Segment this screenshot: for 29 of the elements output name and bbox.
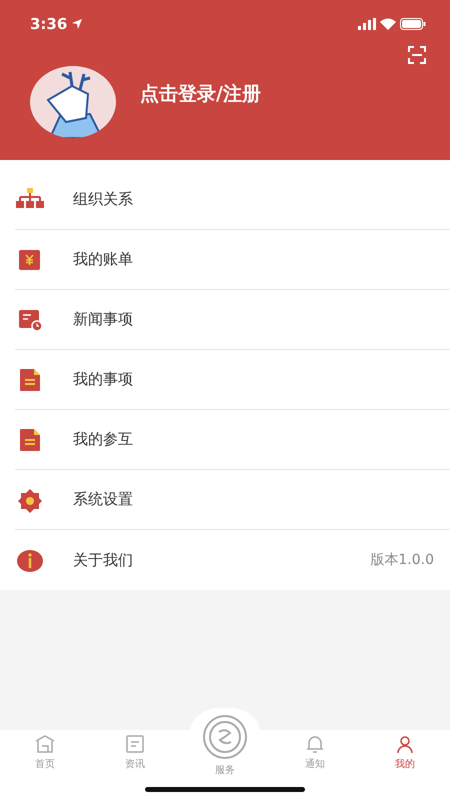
home-icon [34, 734, 56, 754]
menu-item[interactable]: 新闻事项 [15, 290, 450, 350]
document-icon [125, 734, 145, 754]
version-text: 版本1.0.0 [370, 550, 434, 570]
menu-item[interactable]: 组织关系 [15, 170, 450, 230]
tab-item[interactable]: 我的 [360, 730, 450, 778]
scan-icon[interactable] [408, 46, 426, 64]
bell-icon [305, 734, 325, 754]
menu-label: 我的参互 [73, 429, 133, 450]
menu-label: 新闻事项 [73, 309, 133, 330]
location-icon [71, 18, 84, 30]
battery-icon [400, 18, 426, 30]
info-icon [15, 547, 45, 573]
menu-label: 我的事项 [73, 369, 133, 390]
signal-icon [358, 18, 376, 30]
menu-item[interactable]: 关于我们 版本1.0.0 [15, 530, 450, 590]
menu-label: 系统设置 [73, 489, 133, 510]
wifi-icon [380, 18, 396, 30]
menu-item[interactable]: 我的账单 [15, 230, 450, 290]
menu-item[interactable]: 我的事项 [15, 350, 450, 410]
service-icon [202, 714, 248, 760]
status-time: 3:36 [30, 14, 68, 35]
menu-label: 组织关系 [73, 189, 133, 210]
menu-item[interactable]: 我的参互 [15, 410, 450, 470]
menu-label: 关于我们 [73, 550, 133, 571]
menu-item[interactable]: 系统设置 [15, 470, 450, 530]
person-icon [395, 734, 415, 754]
login-link[interactable]: 点击登录/注册 [140, 80, 261, 108]
menu-label: 我的账单 [73, 249, 133, 270]
